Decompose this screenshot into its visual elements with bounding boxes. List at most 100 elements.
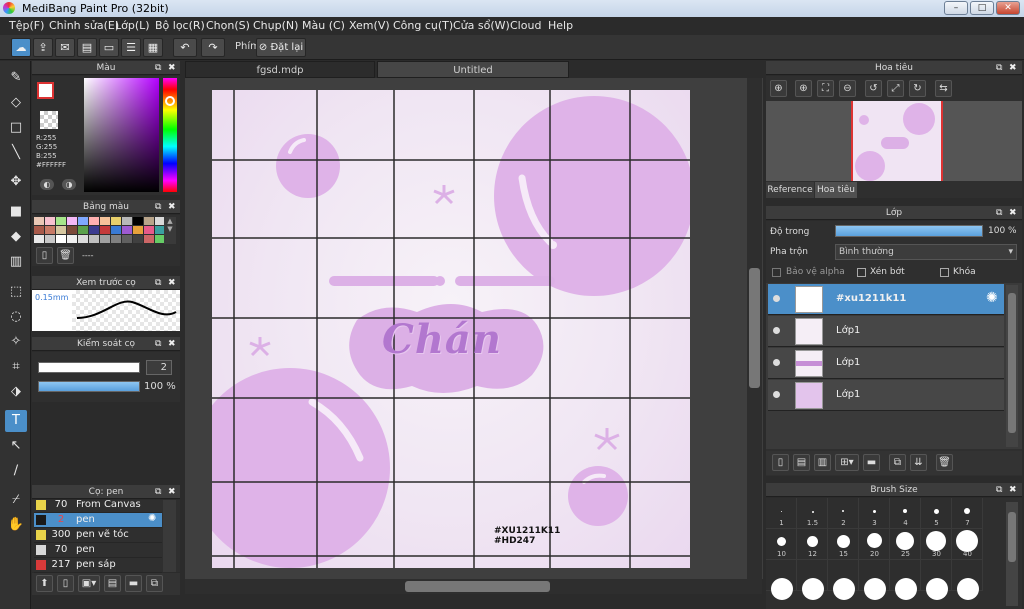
layer-settings-gear-icon[interactable]: ✺ — [986, 290, 998, 306]
brush-size-option[interactable] — [828, 560, 859, 600]
palette-swatch[interactable] — [56, 235, 66, 243]
delete-layer-icon[interactable]: 🗑 — [936, 454, 953, 471]
brush-size-option[interactable] — [952, 560, 983, 600]
brush-size-option[interactable] — [921, 560, 952, 600]
flip-icon[interactable]: ⇆ — [935, 80, 952, 97]
close-panel-icon[interactable]: ✖ — [168, 485, 176, 499]
hand-tool-icon[interactable]: ✋ — [5, 514, 27, 536]
popout-icon[interactable]: ⧉ — [155, 61, 161, 75]
brush-item-selected[interactable]: 2 pen ✺ — [34, 513, 162, 528]
new-palette-icon[interactable]: ▯ — [36, 247, 53, 264]
zoom-out-icon[interactable]: ⊖ — [839, 80, 856, 97]
palette-swatch[interactable] — [111, 226, 121, 234]
chat-icon[interactable]: ▤ — [77, 38, 97, 57]
add-layer-menu-icon[interactable]: ⊞▾ — [835, 454, 859, 471]
brush-folder-icon[interactable]: ▬ — [125, 575, 142, 592]
visibility-eye-icon[interactable] — [773, 359, 780, 366]
visibility-eye-icon[interactable] — [773, 391, 780, 398]
vertical-scroll-thumb[interactable] — [749, 268, 760, 388]
brush-size-option[interactable]: 10 — [766, 529, 797, 560]
select-pen-icon[interactable]: ⌗ — [5, 356, 27, 378]
popout-icon[interactable]: ⧉ — [155, 276, 161, 290]
saturation-value-picker[interactable] — [84, 78, 159, 192]
palette-swatch[interactable] — [45, 226, 55, 234]
brush-size-option[interactable]: 30 — [921, 529, 952, 560]
menu-help[interactable]: Help — [548, 19, 573, 32]
visibility-eye-icon[interactable] — [773, 295, 780, 302]
close-panel-icon[interactable]: ✖ — [1009, 206, 1017, 220]
move-tool-icon[interactable]: ✥ — [5, 171, 27, 193]
popout-icon[interactable]: ⧉ — [155, 200, 161, 214]
menu-capture[interactable]: Chụp(N) — [253, 19, 298, 32]
transparent-swatch[interactable] — [40, 111, 58, 129]
tab-fgsd[interactable]: fgsd.mdp — [185, 61, 375, 78]
fill-rect-tool-icon[interactable]: ■ — [5, 201, 27, 223]
palette-swatch[interactable] — [100, 235, 110, 243]
brush-size-option[interactable]: 7 — [952, 498, 983, 529]
menu-cloud[interactable]: Cloud — [510, 19, 541, 32]
lock-checkbox[interactable] — [940, 268, 949, 277]
brush-tool-icon[interactable]: ✎ — [5, 67, 27, 89]
merge-layer-icon[interactable]: ⇊ — [910, 454, 927, 471]
palette-swatch[interactable] — [34, 226, 44, 234]
palette-swatch[interactable] — [78, 217, 88, 225]
popout-icon[interactable]: ⧉ — [996, 483, 1002, 497]
text-tool-icon[interactable]: T — [5, 410, 27, 432]
lasso-tool-icon[interactable]: ◌ — [5, 306, 27, 328]
foreground-color-swatch[interactable] — [37, 82, 54, 99]
eyedropper-icon[interactable]: ⌿ — [5, 489, 27, 511]
duplicate-layer-icon[interactable]: ⧉ — [889, 454, 906, 471]
select-eraser-icon[interactable]: ⬗ — [5, 381, 27, 403]
rotate-left-icon[interactable]: ↺ — [865, 80, 882, 97]
rotate-right-icon[interactable]: ↻ — [909, 80, 926, 97]
maximize-button[interactable]: □ — [970, 1, 994, 15]
brush-settings-gear-icon[interactable]: ✺ — [148, 513, 156, 524]
palette-swatch[interactable] — [122, 235, 132, 243]
document-icon[interactable]: ▭ — [99, 38, 119, 57]
palette-swatch[interactable] — [133, 217, 143, 225]
palette-scrollbar[interactable]: ▲ ▼ — [164, 217, 176, 244]
brush-size-option[interactable] — [797, 560, 828, 600]
gradient-tool-icon[interactable]: ▥ — [5, 251, 27, 273]
close-panel-icon[interactable]: ✖ — [168, 200, 176, 214]
new-brush-icon[interactable]: ▯ — [57, 575, 74, 592]
cloud-icon[interactable]: ☁ — [11, 38, 31, 57]
layer-row[interactable]: Lớp1 — [768, 380, 1004, 411]
grid-icon[interactable]: ▦ — [143, 38, 163, 57]
close-button[interactable]: ✕ — [996, 1, 1020, 15]
palette-swatch[interactable] — [144, 235, 154, 243]
brush-item[interactable]: 70 From Canvas — [34, 498, 162, 513]
menu-filter[interactable]: Bộ lọc(R) — [155, 19, 205, 32]
brush-opacity-slider[interactable] — [38, 381, 140, 392]
palette-swatch[interactable] — [133, 226, 143, 234]
popout-icon[interactable]: ⧉ — [996, 206, 1002, 220]
undo-icon[interactable]: ↶ — [173, 38, 197, 57]
select-rect-icon[interactable]: ⬚ — [5, 281, 27, 303]
drawing-canvas[interactable]: Chán #XU1211K11 #HD247 — [212, 90, 690, 568]
palette-swatch[interactable] — [45, 217, 55, 225]
protect-alpha-checkbox[interactable] — [772, 268, 781, 277]
palette-swatch[interactable] — [133, 235, 143, 243]
zoom-in-icon[interactable]: ⊕ — [770, 80, 787, 97]
layer-folder-icon[interactable]: ▬ — [863, 454, 880, 471]
palette-swatch[interactable] — [67, 226, 77, 234]
eraser-tool-icon[interactable]: ◇ — [5, 92, 27, 114]
line-tool-icon[interactable]: ╲ — [5, 142, 27, 164]
new-halftone-layer-icon[interactable]: ▤ — [793, 454, 810, 471]
close-panel-icon[interactable]: ✖ — [168, 276, 176, 290]
palette-swatch[interactable] — [144, 226, 154, 234]
tab-navigator[interactable]: Hoa tiêu — [815, 182, 857, 198]
palette-swatch[interactable] — [111, 217, 121, 225]
layer-list-scrollbar[interactable] — [1006, 285, 1018, 447]
palette-swatch[interactable] — [100, 217, 110, 225]
menu-color[interactable]: Màu (C) — [302, 19, 345, 32]
palette-swatch[interactable] — [78, 235, 88, 243]
zoom-in-alt-icon[interactable]: ⊕ — [795, 80, 812, 97]
horizontal-scroll-thumb[interactable] — [405, 581, 550, 592]
brush-size-option[interactable]: 1.5 — [797, 498, 828, 529]
palette-swatch[interactable] — [122, 217, 132, 225]
palette-swatch[interactable] — [67, 235, 77, 243]
popout-icon[interactable]: ⧉ — [155, 485, 161, 499]
hue-handle[interactable] — [165, 96, 175, 106]
visibility-eye-icon[interactable] — [773, 327, 780, 334]
